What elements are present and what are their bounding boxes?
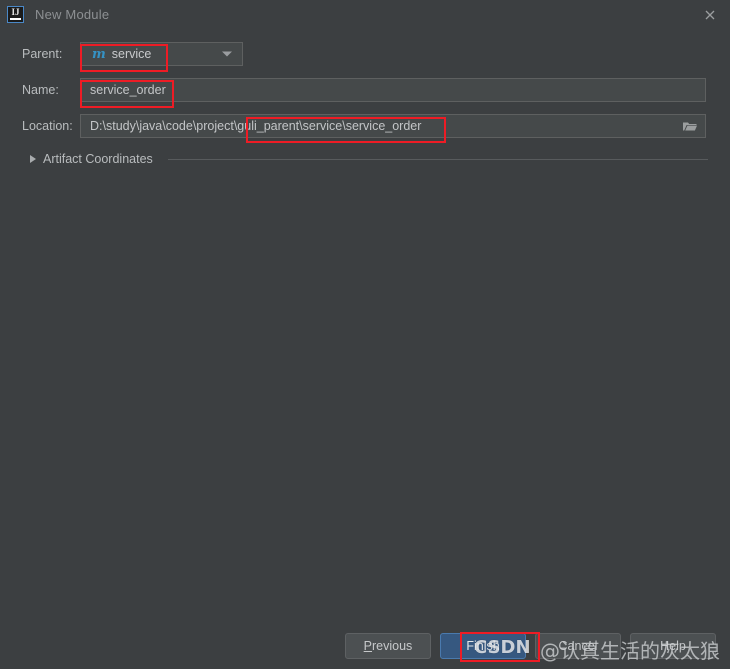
parent-label: Parent: (22, 47, 63, 61)
window-titlebar: IJ New Module (0, 0, 730, 28)
dialog-button-bar: Previous Finish Cancel Help (0, 623, 730, 669)
name-input[interactable]: service_order (80, 78, 706, 102)
artifact-separator (167, 158, 708, 160)
location-input[interactable]: D:\study\java\code\project\guli_parent\s… (81, 115, 676, 137)
folder-icon[interactable] (676, 115, 704, 137)
chevron-down-icon[interactable] (222, 51, 232, 57)
parent-row: Parent: m service (22, 42, 708, 66)
close-icon[interactable] (702, 7, 718, 23)
name-label: Name: (22, 83, 59, 97)
parent-combobox[interactable]: m service (80, 42, 243, 66)
maven-module-icon: m (92, 46, 106, 62)
window-title: New Module (35, 6, 110, 22)
new-module-form: Parent: m service Name: service_order Lo… (0, 28, 730, 166)
cancel-button[interactable]: Cancel (535, 633, 621, 659)
intellij-idea-icon: IJ (7, 5, 24, 23)
finish-button[interactable]: Finish (440, 633, 526, 659)
previous-button-label: revious (372, 639, 413, 653)
location-row: Location: D:\study\java\code\project\gul… (22, 114, 708, 138)
parent-combobox-value: m service (81, 47, 151, 61)
previous-button-mnemonic: P (363, 639, 373, 653)
parent-value-text: service (111, 47, 152, 61)
artifact-coordinates-label: Artifact Coordinates (43, 152, 153, 166)
name-row: Name: service_order (22, 78, 708, 102)
artifact-coordinates-section[interactable]: Artifact Coordinates (22, 152, 708, 166)
location-label: Location: (22, 119, 73, 133)
help-button[interactable]: Help (630, 633, 716, 659)
triangle-right-icon[interactable] (30, 155, 36, 163)
location-field-wrapper: D:\study\java\code\project\guli_parent\s… (80, 114, 706, 138)
previous-button[interactable]: Previous (345, 633, 431, 659)
